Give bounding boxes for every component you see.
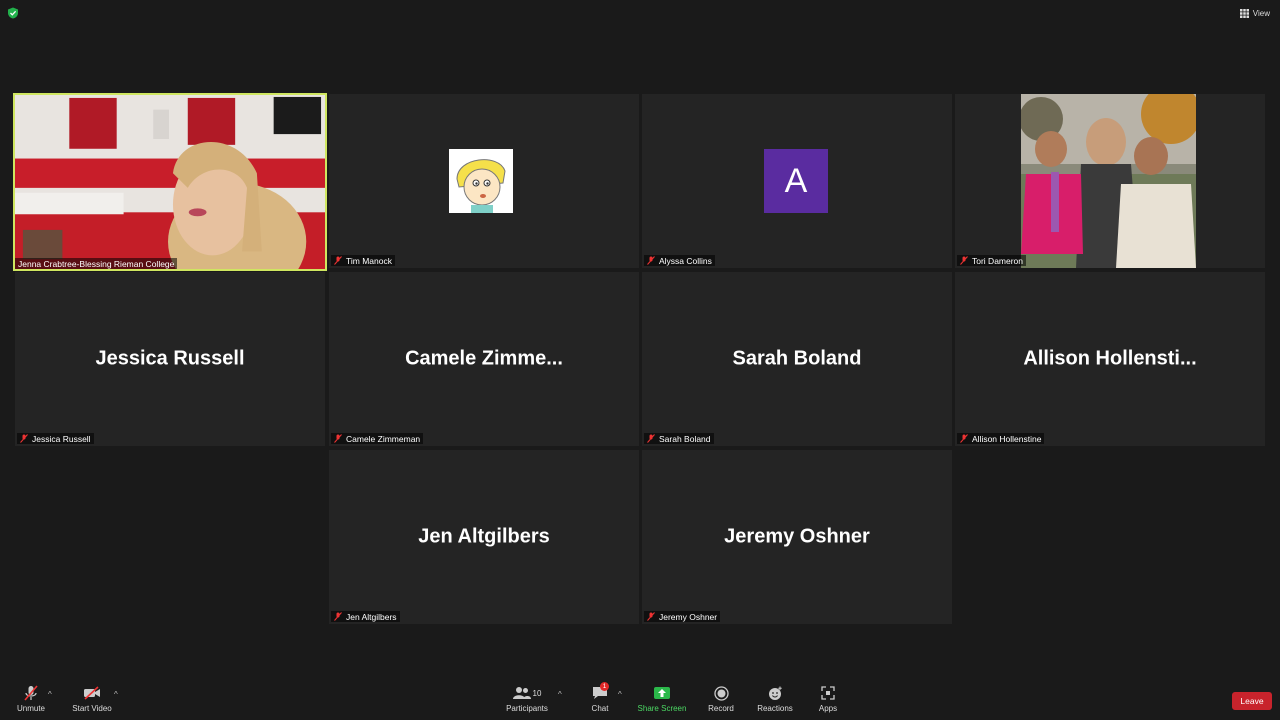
chat-label: Chat — [591, 704, 609, 713]
video-tile[interactable]: Tim Manock — [329, 94, 639, 268]
video-tile[interactable]: Jen Altgilbers Jen Altgilbers — [329, 450, 639, 624]
video-tile[interactable]: Jeremy Oshner Jeremy Oshner — [642, 450, 952, 624]
record-button[interactable]: Record — [704, 684, 738, 718]
participant-display-name: Jeremy Oshner — [724, 525, 870, 548]
nameplate: Jeremy Oshner — [644, 611, 721, 622]
avatar-image — [449, 149, 513, 213]
participant-display-name: Allison Hollensti... — [1023, 347, 1197, 370]
profile-photo — [1021, 94, 1196, 268]
unmute-label: Unmute — [16, 704, 45, 713]
video-tile[interactable]: Tori Dameron — [955, 94, 1265, 268]
participant-name: Tim Manock — [346, 255, 392, 266]
nameplate: Allison Hollenstine — [957, 433, 1045, 444]
reactions-icon — [768, 686, 782, 700]
participant-name: Jenna Crabtree-Blessing Rieman College — [18, 258, 175, 269]
nameplate: Camele Zimmeman — [331, 433, 424, 444]
participants-label: Participants — [506, 704, 548, 713]
video-tile[interactable]: Camele Zimme... Camele Zimmeman — [329, 272, 639, 446]
nameplate: Jessica Russell — [17, 433, 94, 444]
participant-display-name: Camele Zimme... — [405, 347, 563, 370]
view-button[interactable]: View — [1239, 6, 1270, 20]
participant-name: Sarah Boland — [659, 433, 711, 444]
meeting-toolbar: Unmute ^ Start Video ^ 10 Participants ^ — [0, 680, 1280, 720]
mic-muted-icon — [24, 685, 38, 701]
participants-icon — [512, 687, 531, 699]
participant-display-name: Jessica Russell — [95, 347, 245, 370]
video-tile[interactable]: A Alyssa Collins — [642, 94, 952, 268]
participant-name: Allison Hollenstine — [972, 433, 1042, 444]
participant-display-name: Jen Altgilbers — [418, 525, 550, 548]
mic-muted-icon — [647, 434, 655, 443]
reactions-button[interactable]: Reactions — [754, 684, 796, 718]
mic-muted-icon — [960, 434, 968, 443]
shield-icon — [8, 7, 18, 19]
chat-options-caret[interactable]: ^ — [618, 690, 622, 699]
share-screen-icon — [654, 687, 670, 699]
audio-options-caret[interactable]: ^ — [48, 690, 52, 699]
mic-muted-icon — [334, 256, 342, 265]
avatar-initial: A — [764, 149, 828, 213]
grid-icon — [1239, 8, 1249, 18]
participant-name: Tori Dameron — [972, 255, 1024, 266]
chat-unread-badge: 1 — [600, 682, 609, 691]
share-screen-label: Share Screen — [637, 704, 687, 713]
video-tile[interactable]: Allison Hollensti... Allison Hollenstine — [955, 272, 1265, 446]
start-video-label: Start Video — [72, 704, 112, 713]
view-label: View — [1252, 8, 1270, 18]
unmute-button[interactable]: Unmute — [12, 684, 50, 718]
apps-label: Apps — [818, 704, 838, 713]
mic-muted-icon — [647, 612, 655, 621]
participants-options-caret[interactable]: ^ — [558, 690, 562, 699]
chat-button[interactable]: 1 Chat — [588, 682, 612, 718]
mic-muted-icon — [334, 612, 342, 621]
participant-name: Jessica Russell — [32, 433, 91, 444]
participant-name: Jen Altgilbers — [346, 611, 397, 622]
participant-video — [15, 95, 325, 269]
video-tile[interactable]: Sarah Boland Sarah Boland — [642, 272, 952, 446]
share-screen-button[interactable]: Share Screen — [636, 684, 688, 718]
video-tile-active-speaker[interactable]: Jenna Crabtree-Blessing Rieman College — [13, 93, 327, 271]
video-options-caret[interactable]: ^ — [114, 690, 118, 699]
participants-button[interactable]: 10 Participants — [504, 684, 550, 718]
participant-display-name: Sarah Boland — [732, 347, 862, 370]
nameplate: Jen Altgilbers — [331, 611, 400, 622]
nameplate: Sarah Boland — [644, 433, 714, 444]
nameplate: Jenna Crabtree-Blessing Rieman College — [15, 258, 178, 269]
mic-muted-icon — [20, 434, 28, 443]
mic-muted-icon — [647, 256, 655, 265]
participant-name: Alyssa Collins — [659, 255, 712, 266]
record-icon — [713, 685, 729, 701]
apps-button[interactable]: Apps — [814, 684, 842, 718]
nameplate: Tim Manock — [331, 255, 395, 266]
participants-count: 10 — [532, 688, 542, 698]
nameplate: Tori Dameron — [957, 255, 1027, 266]
nameplate: Alyssa Collins — [644, 255, 715, 266]
video-off-icon — [84, 686, 100, 700]
mic-muted-icon — [960, 256, 968, 265]
leave-button[interactable]: Leave — [1232, 692, 1272, 710]
apps-icon — [821, 686, 835, 700]
record-label: Record — [708, 704, 734, 713]
video-tile[interactable]: Jessica Russell Jessica Russell — [15, 272, 325, 446]
mic-muted-icon — [334, 434, 342, 443]
start-video-button[interactable]: Start Video — [70, 684, 114, 718]
participant-name: Jeremy Oshner — [659, 611, 718, 622]
participant-name: Camele Zimmeman — [346, 433, 421, 444]
reactions-label: Reactions — [757, 704, 793, 713]
